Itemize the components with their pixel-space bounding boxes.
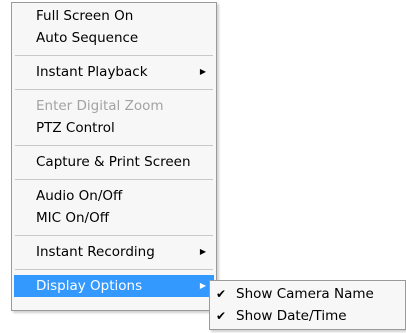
submenu-item-show-date-time[interactable]: ✔ Show Date/Time <box>212 305 403 327</box>
display-options-submenu: ✔ Show Camera Name ✔ Show Date/Time <box>209 280 406 330</box>
checkmark-icon: ✔ <box>216 287 227 301</box>
submenu-item-show-camera-name[interactable]: ✔ Show Camera Name <box>212 283 403 305</box>
menu-item-enter-digital-zoom: Enter Digital Zoom <box>14 95 214 117</box>
menu-separator <box>15 269 213 270</box>
menu-item-label: Audio On/Off <box>36 188 123 204</box>
submenu-arrow-icon: ▶ <box>199 247 206 256</box>
menu-item-label: MIC On/Off <box>36 210 110 226</box>
submenu-item-label: Show Date/Time <box>236 308 347 324</box>
context-menu: Full Screen On Auto Sequence Instant Pla… <box>11 2 217 311</box>
menu-item-label: Instant Recording <box>36 244 155 260</box>
menu-item-auto-sequence[interactable]: Auto Sequence <box>14 27 214 49</box>
menu-item-label: Instant Playback <box>36 64 148 80</box>
menu-item-label: Auto Sequence <box>36 30 139 46</box>
menu-item-label: PTZ Control <box>36 120 115 136</box>
menu-item-mic-on-off[interactable]: MIC On/Off <box>14 207 214 229</box>
menu-separator <box>15 179 213 180</box>
submenu-arrow-icon: ▶ <box>199 67 206 76</box>
submenu-arrow-icon: ▶ <box>199 281 206 290</box>
submenu-item-label: Show Camera Name <box>236 286 374 302</box>
menu-item-label: Full Screen On <box>36 8 134 24</box>
menu-separator <box>15 55 213 56</box>
menu-item-label: Enter Digital Zoom <box>36 98 164 114</box>
checkmark-icon: ✔ <box>216 309 227 323</box>
menu-separator <box>15 89 213 90</box>
menu-item-ptz-control[interactable]: PTZ Control <box>14 117 214 139</box>
menu-item-capture-print-screen[interactable]: Capture & Print Screen <box>14 151 214 173</box>
menu-separator <box>15 145 213 146</box>
menu-item-label: Display Options <box>36 278 143 294</box>
menu-item-full-screen-on[interactable]: Full Screen On <box>14 5 214 27</box>
menu-separator <box>15 235 213 236</box>
menu-item-display-options[interactable]: Display Options ▶ <box>14 275 214 297</box>
menu-item-audio-on-off[interactable]: Audio On/Off <box>14 185 214 207</box>
menu-item-instant-playback[interactable]: Instant Playback ▶ <box>14 61 214 83</box>
menu-item-label: Capture & Print Screen <box>36 154 191 170</box>
menu-item-instant-recording[interactable]: Instant Recording ▶ <box>14 241 214 263</box>
